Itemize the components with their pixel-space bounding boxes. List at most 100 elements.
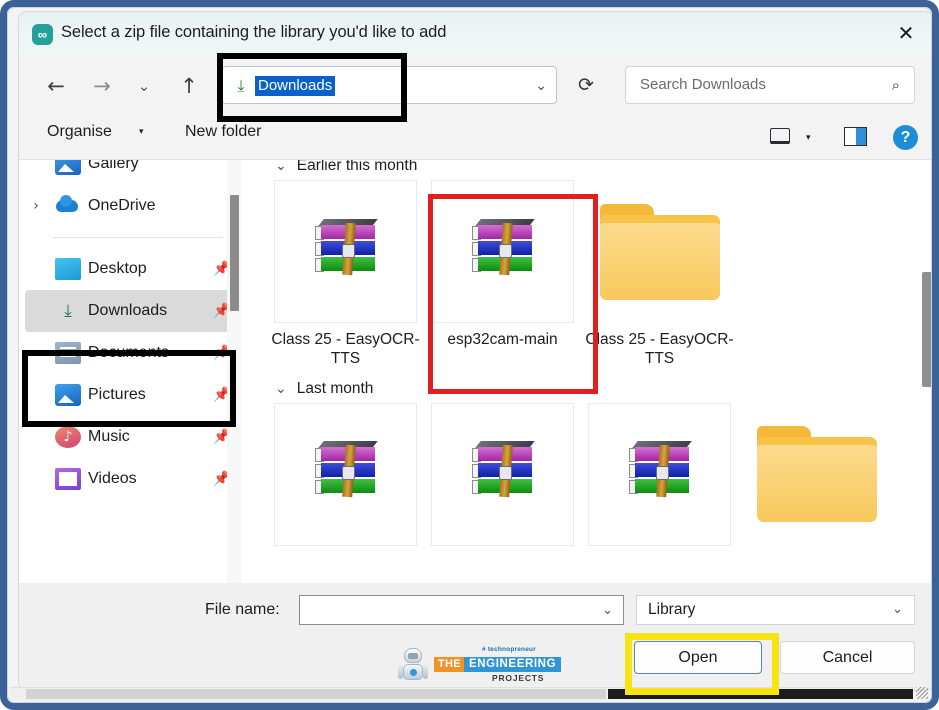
file-tile[interactable]: Class 25 - EasyOCR-TTS — [267, 180, 424, 369]
breadcrumb-downloads[interactable]: Downloads — [255, 76, 335, 96]
group-header-last-month[interactable]: ⌄ Last month — [241, 375, 932, 403]
group-title: Earlier this month — [297, 160, 418, 175]
file-name-label: Class 25 - EasyOCR-TTS — [271, 330, 421, 369]
zip-archive-icon — [315, 225, 377, 279]
command-toolbar: Organise ▾ New folder ▾ ? — [19, 114, 932, 160]
file-thumbnail — [274, 403, 417, 546]
resize-grip[interactable] — [916, 687, 928, 699]
file-list-pane[interactable]: ⌄ Earlier this month — [241, 160, 932, 583]
watermark-word-engineering: ENGINEERING — [464, 657, 561, 672]
navigation-pane: Gallery › OneDrive Desktop 📌 — [19, 160, 241, 583]
group-title: Last month — [297, 380, 374, 398]
scrollbar-thumb[interactable] — [26, 689, 606, 699]
sidebar-item-onedrive[interactable]: › OneDrive — [25, 185, 235, 227]
sidebar-item-videos[interactable]: Videos 📌 — [25, 458, 235, 500]
file-tile[interactable] — [267, 403, 424, 553]
group-header-earlier-this-month[interactable]: ⌄ Earlier this month — [241, 160, 932, 180]
sidebar-item-music[interactable]: Music 📌 — [25, 416, 235, 458]
sidebar-item-label: Documents — [81, 344, 209, 362]
documents-icon — [55, 342, 81, 364]
cancel-button[interactable]: Cancel — [780, 641, 915, 674]
folder-thumbnail — [745, 403, 888, 546]
sidebar-item-gallery[interactable]: Gallery — [25, 160, 235, 185]
chevron-right-icon[interactable]: › — [25, 198, 47, 214]
sidebar-item-label: OneDrive — [81, 197, 209, 215]
file-list-content: ⌄ Earlier this month — [241, 160, 932, 553]
app-horizontal-scrollbar[interactable] — [10, 687, 913, 700]
file-name-label: esp32cam-main — [428, 330, 578, 349]
sidebar-item-desktop[interactable]: Desktop 📌 — [25, 248, 235, 290]
preview-pane-icon[interactable] — [844, 127, 867, 146]
gallery-icon — [55, 160, 81, 175]
chevron-down-icon[interactable]: ⌄ — [275, 381, 287, 397]
file-tile[interactable] — [424, 403, 581, 553]
file-name-field-label: File name: — [205, 601, 280, 619]
dialog-title: Select a zip file containing the library… — [61, 23, 446, 42]
zip-archive-icon — [315, 447, 377, 501]
folder-icon — [757, 426, 877, 522]
watermark-tagline: # technopreneur — [482, 646, 536, 653]
search-placeholder: Search Downloads — [640, 76, 766, 93]
scrollbar-track-dark[interactable] — [608, 689, 913, 699]
back-icon[interactable]: ← — [41, 72, 71, 100]
sidebar-item-label: Downloads — [81, 302, 209, 320]
scrollbar-thumb[interactable] — [230, 195, 239, 311]
file-list-scrollbar[interactable] — [919, 160, 932, 583]
sidebar-item-label: Desktop — [81, 260, 209, 278]
dialog-body: Gallery › OneDrive Desktop 📌 — [19, 160, 932, 583]
help-button[interactable]: ? — [893, 125, 918, 150]
sidebar-divider — [53, 237, 223, 238]
chevron-down-icon[interactable]: ⌄ — [535, 78, 547, 94]
file-tile-row: Class 25 - EasyOCR-TTS — [241, 180, 932, 369]
chevron-down-icon[interactable]: ▾ — [806, 133, 811, 143]
sidebar-item-pictures[interactable]: Pictures 📌 — [25, 374, 235, 416]
organise-button[interactable]: Organise — [47, 123, 112, 141]
chevron-down-icon[interactable]: ⌄ — [602, 603, 613, 618]
sidebar-item-documents[interactable]: Documents 📌 — [25, 332, 235, 374]
navigation-pane-scrollbar[interactable] — [227, 160, 241, 583]
music-icon — [55, 426, 81, 448]
arduino-infinity-icon: ∞ — [32, 24, 53, 45]
close-icon[interactable]: ✕ — [879, 12, 932, 54]
file-tile-row — [241, 403, 932, 553]
watermark-logo: # technopreneur THE ENGINEERING PROJECTS — [398, 646, 544, 686]
folder-thumbnail — [588, 180, 731, 323]
file-tile-esp32cam-main[interactable]: esp32cam-main — [424, 180, 581, 369]
pictures-icon — [55, 384, 81, 406]
navigation-pane-scroll-content: Gallery › OneDrive Desktop 📌 — [19, 160, 241, 500]
file-tile[interactable] — [581, 403, 738, 553]
recent-locations-icon[interactable]: ⌄ — [129, 72, 159, 100]
file-name-input[interactable]: ⌄ — [299, 595, 624, 625]
search-icon[interactable]: ⌕ — [892, 76, 900, 94]
folder-tile[interactable] — [738, 403, 895, 553]
folder-name-label: Class 25 - EasyOCR-TTS — [585, 330, 735, 369]
scrollbar-thumb[interactable] — [922, 272, 932, 387]
dialog-titlebar: ∞ Select a zip file containing the libra… — [19, 12, 932, 56]
new-folder-button[interactable]: New folder — [185, 123, 261, 141]
chevron-down-icon[interactable]: ⌄ — [892, 602, 903, 617]
address-bar[interactable]: ⤓ Downloads ⌄ — [222, 66, 557, 104]
file-open-dialog: ∞ Select a zip file containing the libra… — [18, 11, 932, 691]
file-type-select[interactable]: Library ⌄ — [636, 595, 915, 625]
file-thumbnail — [274, 180, 417, 323]
download-icon: ⤓ — [232, 76, 250, 95]
watermark-word-the: THE — [434, 657, 465, 672]
up-one-level-icon[interactable]: ↑ — [174, 72, 204, 100]
chevron-down-icon[interactable]: ⌄ — [275, 160, 287, 174]
search-input[interactable]: Search Downloads ⌕ — [625, 66, 915, 104]
view-layout-icon[interactable] — [770, 128, 790, 144]
chevron-down-icon[interactable]: ▾ — [139, 127, 144, 137]
folder-tile[interactable]: Class 25 - EasyOCR-TTS — [581, 180, 738, 369]
refresh-icon[interactable]: ⟳ — [571, 70, 601, 100]
underlying-app-window: ∞ Select a zip file containing the libra… — [0, 0, 939, 710]
open-button[interactable]: Open — [634, 641, 762, 674]
forward-icon[interactable]: → — [87, 72, 117, 100]
sidebar-item-label: Pictures — [81, 386, 209, 404]
file-thumbnail — [431, 180, 574, 323]
sidebar-item-downloads[interactable]: ⤓ Downloads 📌 — [25, 290, 235, 332]
videos-icon — [55, 468, 81, 490]
folder-icon — [600, 204, 720, 300]
robot-mascot-icon — [398, 648, 428, 684]
navigation-bar: ← → ⌄ ↑ ⤓ Downloads ⌄ ⟳ Search Downloads… — [19, 56, 932, 114]
sidebar-item-label: Gallery — [81, 160, 209, 173]
